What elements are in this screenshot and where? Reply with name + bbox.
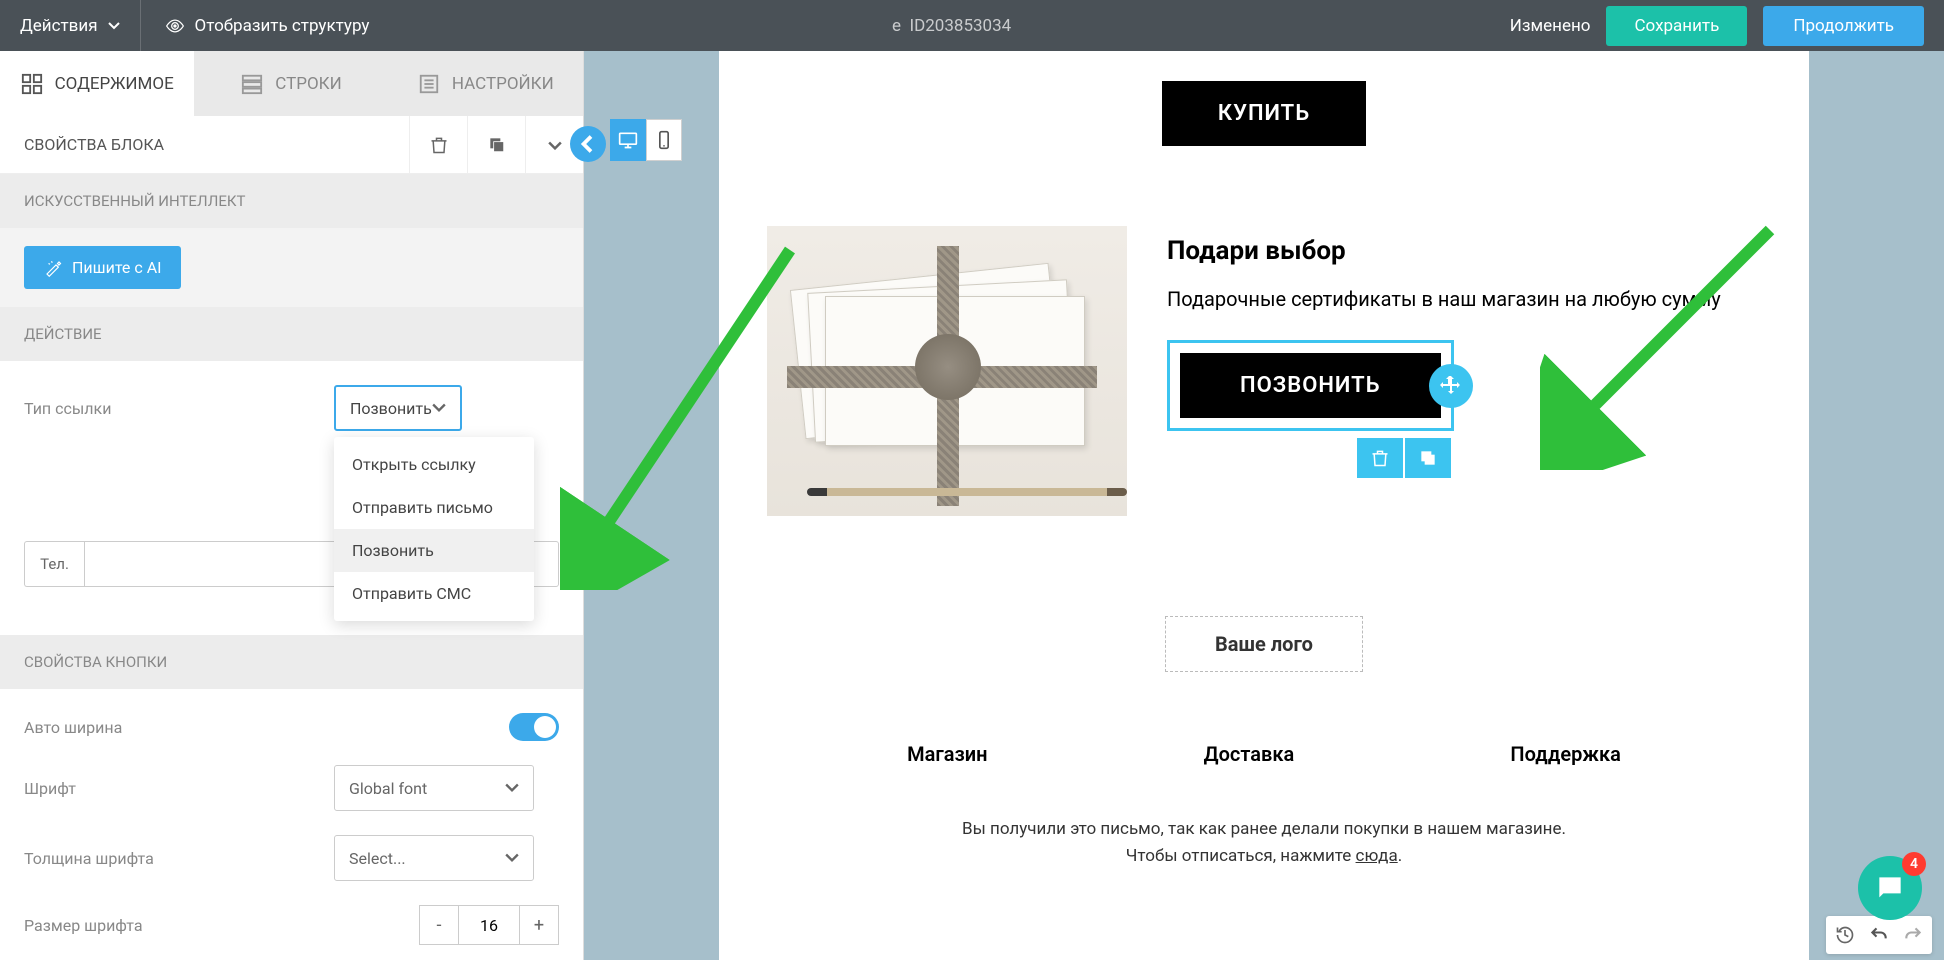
gift-image [767,226,1127,516]
chat-widget[interactable]: 4 [1858,856,1922,920]
write-with-ai-button[interactable]: Пишите с AI [24,246,181,289]
document-id: e ID203853034 [393,16,1509,36]
font-select[interactable]: Global font [334,765,534,811]
chevron-down-icon [108,20,120,32]
font-label: Шрифт [24,779,334,798]
trash-icon [429,135,449,155]
chevron-left-icon [579,135,597,153]
chat-badge: 4 [1902,852,1926,876]
font-size-input[interactable] [459,905,519,945]
font-size-increase[interactable]: + [519,905,559,945]
footer-link-shop[interactable]: Магазин [907,742,987,766]
desktop-view-button[interactable] [610,119,646,161]
show-structure-toggle[interactable]: Отобразить структуру [141,16,394,36]
history-bar [1826,916,1932,954]
tab-settings[interactable]: НАСТРОЙКИ [389,51,583,116]
actions-label: Действия [20,16,98,36]
block-properties-label: СВОЙСТВА БЛОКА [0,135,409,154]
redo-button[interactable] [1898,920,1928,950]
mobile-view-button[interactable] [646,119,682,161]
font-weight-select[interactable]: Select... [334,835,534,881]
topbar: Действия Отобразить структуру e ID203853… [0,0,1944,51]
buy-button[interactable]: КУПИТЬ [1162,81,1366,146]
trash-icon [1370,448,1390,468]
mobile-icon [654,130,674,150]
rows-icon [241,73,263,95]
grid-icon [21,73,43,95]
sidebar: СОДЕРЖИМОЕ СТРОКИ НАСТРОЙКИ СВОЙСТВА БЛО… [0,51,584,960]
eye-icon [165,16,185,36]
changed-label: Изменено [1510,16,1591,36]
continue-button[interactable]: Продолжить [1763,6,1924,46]
button-props-head: СВОЙСТВА КНОПКИ [0,635,583,689]
chevron-down-icon [545,135,565,155]
chat-icon [1874,872,1906,904]
ai-section-head: ИСКУССТВЕННЫЙ ИНТЕЛЛЕКТ [0,174,583,228]
unsubscribe-link[interactable]: сюда [1356,846,1398,866]
move-icon [1439,374,1463,398]
collapse-sidebar-button[interactable] [570,126,606,162]
redo-icon [1903,925,1923,945]
action-section-head: ДЕЙСТВИЕ [0,307,583,361]
tab-rows[interactable]: СТРОКИ [194,51,388,116]
desktop-icon [618,130,638,150]
magic-wand-icon [44,259,62,277]
link-type-label: Тип ссылки [24,399,334,418]
dropdown-option-send-sms[interactable]: Отправить СМС [334,572,534,615]
chevron-down-icon [505,851,519,865]
font-size-decrease[interactable]: - [419,905,459,945]
tab-content[interactable]: СОДЕРЖИМОЕ [0,51,194,116]
dropdown-option-call[interactable]: Позвонить [334,529,534,572]
settings-icon [418,73,440,95]
link-type-select[interactable]: Позвонить [334,385,462,431]
font-size-label: Размер шрифта [24,916,334,935]
selected-delete-button[interactable] [1357,438,1403,478]
dropdown-option-send-email[interactable]: Отправить письмо [334,486,534,529]
selected-button-block[interactable]: ПОЗВОНИТЬ [1167,340,1454,431]
save-button[interactable]: Сохранить [1606,6,1747,46]
link-type-dropdown: Открыть ссылку Отправить письмо Позвонит… [334,437,534,621]
gift-description: Подарочные сертификаты в наш магазин на … [1167,284,1761,314]
font-weight-label: Толщина шрифта [24,849,334,868]
duplicate-icon [1418,448,1438,468]
footer-link-support[interactable]: Поддержка [1510,742,1620,766]
undo-icon [1869,925,1889,945]
footer-text: Вы получили это письмо, так как ранее де… [719,796,1809,910]
chevron-down-icon [505,781,519,795]
undo-button[interactable] [1864,920,1894,950]
dropdown-option-open-link[interactable]: Открыть ссылку [334,443,534,486]
tel-prefix-label: Тел. [24,541,84,587]
duplicate-block-button[interactable] [467,116,525,174]
call-button[interactable]: ПОЗВОНИТЬ [1180,353,1441,418]
delete-block-button[interactable] [409,116,467,174]
duplicate-icon [487,135,507,155]
auto-width-toggle[interactable] [509,713,559,741]
logo-placeholder[interactable]: Ваше лого [1165,616,1363,672]
history-icon [1835,925,1855,945]
selected-duplicate-button[interactable] [1405,438,1451,478]
actions-menu[interactable]: Действия [20,0,141,51]
canvas[interactable]: КУПИТЬ Подари выбор Подарочные сертифика… [584,51,1944,960]
auto-width-label: Авто ширина [24,718,334,737]
email-preview: КУПИТЬ Подари выбор Подарочные сертифика… [719,51,1809,960]
history-button[interactable] [1830,920,1860,950]
show-structure-label: Отобразить структуру [195,16,370,36]
footer-link-delivery[interactable]: Доставка [1204,742,1295,766]
move-handle[interactable] [1429,364,1473,408]
chevron-down-icon [432,401,446,415]
gift-title: Подари выбор [1167,236,1761,266]
